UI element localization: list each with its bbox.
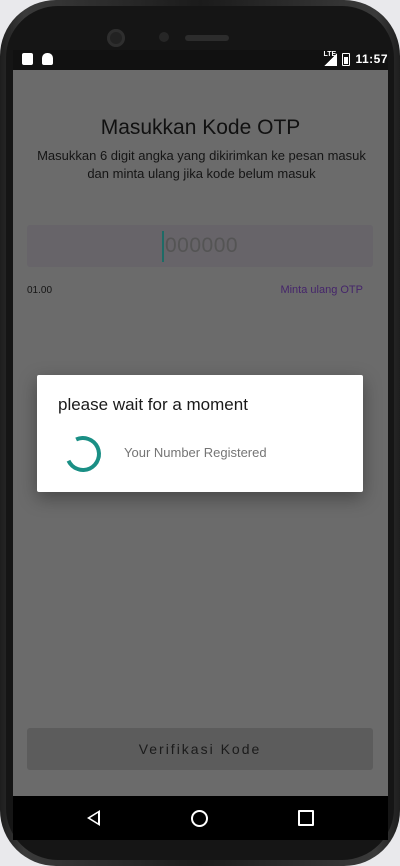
notification-icon [22,53,33,65]
otp-field[interactable] [27,225,373,267]
dialog-message: Your Number Registered [124,445,267,460]
screen: LTE 11:57 Masukkan Kode OTP Masukkan 6 d… [13,50,388,840]
home-icon[interactable] [191,810,208,827]
status-left-icons [22,53,53,65]
navigation-bar [13,796,388,840]
network-type: LTE [323,50,337,58]
android-icon [42,53,53,65]
front-camera [107,29,125,47]
resend-otp-link[interactable]: Minta ulang OTP [280,284,363,296]
phone-frame: LTE 11:57 Masukkan Kode OTP Masukkan 6 d… [0,0,400,866]
text-cursor [162,231,164,262]
status-bar: LTE 11:57 [13,50,388,70]
countdown-timer: 01.00 [27,285,53,296]
loading-spinner-icon [59,430,107,478]
recent-apps-icon[interactable] [298,810,314,826]
dialog-title: please wait for a moment [58,395,248,414]
front-sensor [159,32,169,42]
verify-code-button[interactable]: Verifikasi Kode [27,728,373,770]
page-subtitle: Masukkan 6 digit angka yang dikirimkan k… [37,148,366,181]
battery-icon [342,52,351,66]
otp-input[interactable] [165,233,285,259]
status-right-icons: LTE 11:57 [323,50,388,67]
clock: 11:57 [355,52,388,66]
earpiece-speaker [185,35,229,41]
page-title: Masukkan Kode OTP [100,116,301,139]
progress-dialog: please wait for a moment Your Number Reg… [37,375,363,492]
back-icon[interactable] [87,810,100,826]
signal-icon: LTE [323,50,338,66]
